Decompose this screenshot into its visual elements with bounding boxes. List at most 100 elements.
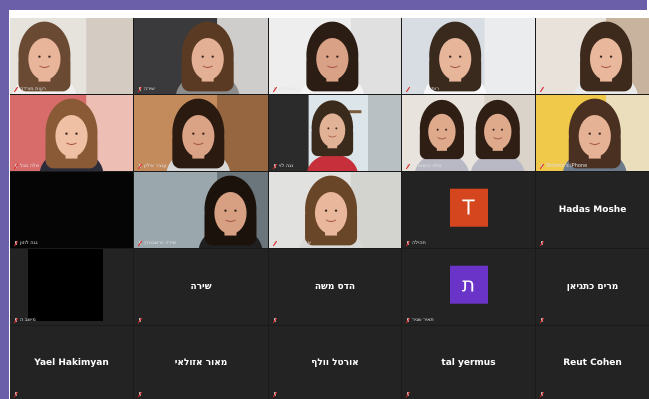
participant-video <box>269 18 401 94</box>
participant-tile[interactable]: ענבר אילון <box>134 95 268 171</box>
muted-mic-icon <box>273 392 277 397</box>
participant-name-label <box>540 392 544 397</box>
participant-name-text: אליזבט באלאל <box>279 240 312 246</box>
participant-name-text: Shlomo's iPhone <box>546 163 588 169</box>
participant-display-name: Hadas Moshe <box>558 205 627 215</box>
participant-display-name: Reut Cohen <box>563 357 622 368</box>
participant-name-label: אליזבט באלאל <box>273 240 311 246</box>
participant-name-text: שירה וירשבסקי <box>144 240 176 246</box>
participant-tile[interactable]: נגה לוזון <box>10 172 133 248</box>
participant-video <box>536 18 649 94</box>
muted-mic-icon <box>138 240 142 246</box>
participant-tile[interactable]: הדס משה <box>269 249 401 325</box>
participant-name-text: סתיו והשארית <box>412 163 442 169</box>
participant-display-name: אורטל וולף <box>311 357 359 368</box>
muted-mic-icon <box>540 392 544 397</box>
participant-name-text: lbl <box>546 86 552 92</box>
participant-tile[interactable]: tal yermus <box>402 326 535 399</box>
participant-tile[interactable]: אורטל וולף <box>269 326 401 399</box>
participant-tile[interactable]: lbl <box>536 18 649 94</box>
muted-mic-icon <box>138 163 142 169</box>
participant-name-label <box>14 392 18 397</box>
gallery-grid: רעות מורדה שירה אביה פז רותם שמעוני lbl אלה ס… <box>10 18 649 399</box>
participant-name-text: נגה לוזון <box>20 240 38 246</box>
participant-name-label: סתיו והשארית <box>406 163 441 169</box>
participant-video <box>10 95 133 171</box>
participant-tile[interactable]: נגה לוי <box>269 95 401 171</box>
initial-avatar: ת <box>449 265 488 304</box>
participant-video <box>10 18 133 94</box>
participant-name-label <box>406 392 410 397</box>
participant-video <box>134 18 268 94</box>
participant-tile[interactable]: Yael Hakimyan <box>10 326 133 399</box>
participant-tile[interactable]: שירה <box>134 18 268 94</box>
participant-tile[interactable]: מישב ה <box>10 249 133 325</box>
participant-name-text: רעות מורדה <box>20 86 46 92</box>
participant-name-text: אביה פז <box>279 86 297 92</box>
muted-mic-icon <box>273 318 277 323</box>
participant-video <box>536 95 649 171</box>
participant-name-text: תאיר שגיר <box>412 317 434 323</box>
participant-display-name: שירה <box>190 282 212 292</box>
participant-video <box>402 18 535 94</box>
zoom-window: רעות מורדה שירה אביה פז רותם שמעוני lbl אלה ס… <box>0 0 649 399</box>
participant-name-label: רותם שמעוני <box>406 86 439 92</box>
participant-tile[interactable]: אביה פז <box>269 18 401 94</box>
participant-name-label: אלה סגל <box>14 163 39 169</box>
muted-mic-icon <box>273 86 277 92</box>
muted-mic-icon <box>138 86 142 92</box>
participant-tile[interactable]: רותם שמעוני <box>402 18 535 94</box>
participant-name-label: ענבר אילון <box>138 163 166 169</box>
participant-tile[interactable]: רעות מורדה <box>10 18 133 94</box>
participant-tile[interactable]: Hadas Moshe <box>536 172 649 248</box>
participant-tile[interactable]: שירה <box>134 249 268 325</box>
muted-mic-icon <box>406 392 410 397</box>
muted-mic-icon <box>406 163 410 169</box>
participant-tile[interactable]: מאור אזולאי <box>134 326 268 399</box>
participant-tile[interactable]: אלה סגל <box>10 95 133 171</box>
muted-mic-icon <box>14 240 18 246</box>
camera-off-box <box>28 249 103 321</box>
participant-display-name: הדס משה <box>314 282 356 292</box>
muted-mic-icon <box>406 240 410 246</box>
participant-tile[interactable]: Shlomo's iPhone <box>536 95 649 171</box>
muted-mic-icon <box>14 86 18 92</box>
participant-name-label: תאיר שגיר <box>406 317 434 323</box>
participant-video <box>402 95 535 171</box>
participant-name-label: תהילה <box>406 240 426 246</box>
participant-video <box>269 95 401 171</box>
participant-name-label <box>273 318 277 323</box>
muted-mic-icon <box>540 241 544 246</box>
participant-name-label <box>138 392 142 397</box>
participant-tile[interactable]: סתיו והשארית <box>402 95 535 171</box>
participant-video <box>269 172 401 248</box>
participant-name-label: lbl <box>540 86 552 92</box>
participant-tile[interactable]: אליזבט באלאל <box>269 172 401 248</box>
participant-video <box>134 95 268 171</box>
participant-tile[interactable]: Reut Cohen <box>536 326 649 399</box>
participant-tile[interactable]: מרים כתגיאן <box>536 249 649 325</box>
participant-name-label: שירה וירשבסקי <box>138 240 176 246</box>
participant-tile[interactable]: שירה וירשבסקי <box>134 172 268 248</box>
muted-mic-icon <box>406 86 410 92</box>
participant-display-name: Yael Hakimyan <box>34 357 109 368</box>
participant-tile[interactable]: T תהילה <box>402 172 535 248</box>
participant-tile[interactable]: ת תאיר שגיר <box>402 249 535 325</box>
muted-mic-icon <box>14 392 18 397</box>
participant-display-name: מרים כתגיאן <box>566 282 619 292</box>
participant-video <box>134 172 268 248</box>
muted-mic-icon <box>273 163 277 169</box>
muted-mic-icon <box>406 317 410 323</box>
participant-name-label <box>138 318 142 323</box>
muted-mic-icon <box>273 240 277 246</box>
initial-avatar: T <box>449 188 488 227</box>
muted-mic-icon <box>14 317 18 323</box>
window-frame-left <box>0 0 9 399</box>
muted-mic-icon <box>138 318 142 323</box>
participant-name-label: נגה לוי <box>273 163 293 169</box>
muted-mic-icon <box>138 392 142 397</box>
participant-name-text: מישב ה <box>20 317 36 323</box>
participant-name-label <box>540 241 544 246</box>
participant-name-text: רותם שמעוני <box>412 86 439 92</box>
participant-display-name: מאור אזולאי <box>174 357 228 368</box>
